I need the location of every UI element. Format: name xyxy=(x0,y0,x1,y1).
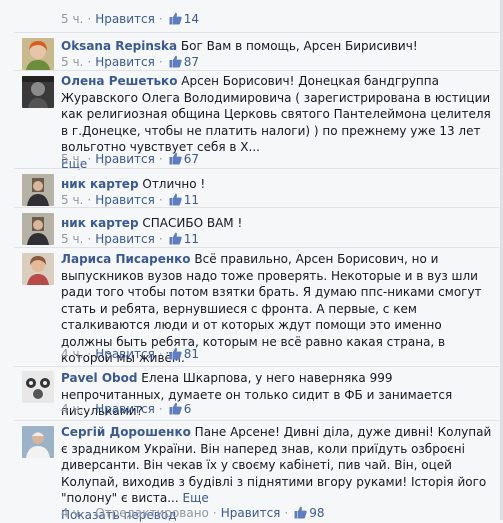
thumbs-up-icon xyxy=(169,12,182,25)
divider xyxy=(14,420,499,421)
comment-text: СПАСИБО ВАМ ! xyxy=(142,216,242,230)
avatar[interactable] xyxy=(22,174,54,206)
like-count[interactable]: 67 xyxy=(184,152,199,166)
timestamp[interactable]: 5 ч. xyxy=(61,193,83,207)
avatar[interactable] xyxy=(22,38,54,70)
author-name[interactable]: Сергій Дорошенко xyxy=(61,425,191,439)
author-name[interactable]: Pavel Obod xyxy=(61,371,137,385)
timestamp[interactable]: 5 ч. xyxy=(61,55,83,69)
divider xyxy=(14,70,499,71)
timestamp[interactable]: 5 ч. xyxy=(61,152,83,166)
author-name[interactable]: ник картер xyxy=(61,216,139,230)
timestamp[interactable]: 4 ч. xyxy=(61,506,83,520)
divider xyxy=(14,207,499,208)
divider xyxy=(14,168,499,169)
timestamp[interactable]: 5 ч. xyxy=(61,12,83,26)
like-count[interactable]: 81 xyxy=(184,347,199,361)
like-link[interactable]: Нравится xyxy=(95,193,155,207)
like-count[interactable]: 11 xyxy=(184,193,199,207)
comment-text: Отлично ! xyxy=(142,177,205,191)
comment-text: Бог Вам в помощь, Арсен Бирисивич! xyxy=(181,39,418,53)
author-name[interactable]: ник картер xyxy=(61,177,139,191)
divider xyxy=(14,366,499,367)
like-count[interactable]: 6 xyxy=(184,402,192,416)
timestamp[interactable]: 4 ч. xyxy=(61,347,83,361)
thumbs-up-icon xyxy=(169,152,182,165)
avatar[interactable] xyxy=(22,426,54,458)
author-name[interactable]: Олена Решетько xyxy=(61,74,177,88)
like-count[interactable]: 87 xyxy=(184,55,199,69)
timestamp[interactable]: 5 ч. xyxy=(61,232,83,246)
see-more-link[interactable]: Еще xyxy=(182,491,208,505)
author-name[interactable]: Oksana Repinska xyxy=(61,39,177,53)
like-link[interactable]: Нравится xyxy=(95,347,155,361)
like-count[interactable]: 11 xyxy=(184,232,199,246)
divider xyxy=(14,32,499,33)
like-link[interactable]: Нравится xyxy=(95,152,155,166)
timestamp[interactable]: 4 ч. xyxy=(61,402,83,416)
avatar[interactable] xyxy=(22,371,54,403)
like-link[interactable]: Нравится xyxy=(221,506,281,520)
comment-meta: 5 ч.·Нравится·14 xyxy=(61,12,199,26)
divider xyxy=(14,247,499,248)
edited-label[interactable]: Отредактировано xyxy=(95,506,209,520)
thumbs-up-icon xyxy=(294,506,307,519)
thumbs-up-icon xyxy=(169,55,182,68)
thumbs-up-icon xyxy=(169,402,182,415)
thumbs-up-icon xyxy=(169,193,182,206)
avatar[interactable] xyxy=(22,253,54,285)
like-link[interactable]: Нравится xyxy=(95,12,155,26)
like-link[interactable]: Нравится xyxy=(95,55,155,69)
thumbs-up-icon xyxy=(169,232,182,245)
like-count[interactable]: 14 xyxy=(184,12,199,26)
avatar[interactable] xyxy=(22,76,54,108)
avatar[interactable] xyxy=(22,213,54,245)
like-link[interactable]: Нравится xyxy=(95,402,155,416)
author-name[interactable]: Лариса Писаренко xyxy=(61,252,191,266)
like-link[interactable]: Нравится xyxy=(95,232,155,246)
like-count[interactable]: 98 xyxy=(309,506,324,520)
thumbs-up-icon xyxy=(169,347,182,360)
